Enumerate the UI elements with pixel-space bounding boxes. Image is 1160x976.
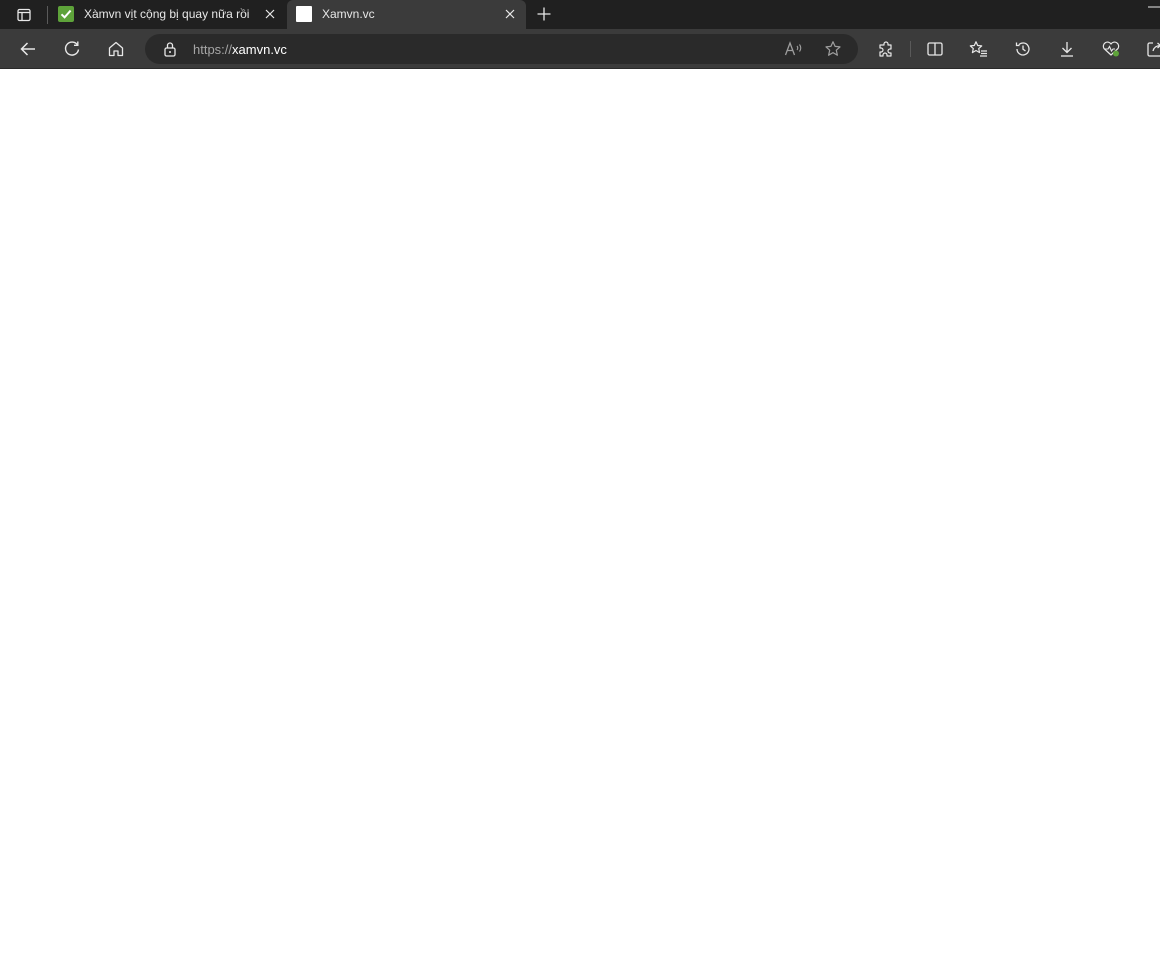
tab-divider <box>47 6 48 24</box>
tab-close-button[interactable] <box>502 6 518 22</box>
minimize-icon <box>1148 4 1160 16</box>
split-screen-button[interactable] <box>921 35 949 63</box>
minimize-window-button[interactable] <box>1148 4 1160 16</box>
read-aloud-button[interactable] <box>783 39 805 59</box>
address-bar[interactable]: https://xamvn.vc <box>145 34 858 64</box>
tab-xamvn-thread[interactable]: Xàmvn vịt cộng bị quay nữa rồi <box>49 0 286 29</box>
green-check-icon <box>58 6 74 22</box>
refresh-icon <box>63 40 81 58</box>
split-screen-icon <box>926 40 944 58</box>
home-icon <box>107 40 125 58</box>
history-icon <box>1014 40 1032 58</box>
tab-strip: Xàmvn vịt cộng bị quay nữa rồi Xamvn.vc <box>0 0 1160 29</box>
tab-title: Xàmvn vịt cộng bị quay nữa rồi <box>84 7 250 21</box>
tab-actions-button[interactable] <box>10 4 38 26</box>
read-aloud-icon <box>784 41 804 57</box>
back-button[interactable] <box>14 35 42 63</box>
url-scheme: https:// <box>193 42 233 57</box>
tab-xamvn-vc[interactable]: Xamvn.vc <box>287 0 526 29</box>
favorites-icon <box>969 40 989 58</box>
lock-icon[interactable] <box>162 41 178 57</box>
browser-essentials-button[interactable] <box>1097 35 1125 63</box>
favorites-button[interactable] <box>965 35 993 63</box>
downloads-button[interactable] <box>1053 35 1081 63</box>
url-host: xamvn.vc <box>232 42 287 57</box>
favorite-star-icon <box>824 40 842 58</box>
back-arrow-icon <box>19 40 37 58</box>
home-button[interactable] <box>102 35 130 63</box>
url-text[interactable]: https://xamvn.vc <box>193 42 287 57</box>
tab-close-button[interactable] <box>262 6 278 22</box>
share-button[interactable] <box>1141 35 1160 63</box>
history-button[interactable] <box>1009 35 1037 63</box>
new-tab-button[interactable] <box>532 3 556 25</box>
downloads-icon <box>1058 40 1076 58</box>
refresh-button[interactable] <box>58 35 86 63</box>
browser-essentials-icon <box>1101 40 1121 58</box>
blank-page-icon <box>296 6 312 22</box>
extensions-button[interactable] <box>872 35 900 63</box>
browser-window: Xàmvn vịt cộng bị quay nữa rồi Xamvn.vc <box>0 0 1160 976</box>
tab-actions-icon <box>16 7 32 23</box>
add-favorite-button[interactable] <box>822 39 844 59</box>
extensions-icon <box>877 40 895 58</box>
plus-icon <box>537 7 551 21</box>
page-content-area[interactable] <box>0 69 1160 976</box>
tab-title: Xamvn.vc <box>322 7 375 21</box>
share-icon <box>1146 40 1160 58</box>
navigation-toolbar: https://xamvn.vc <box>0 29 1160 68</box>
toolbar-divider <box>910 41 911 57</box>
